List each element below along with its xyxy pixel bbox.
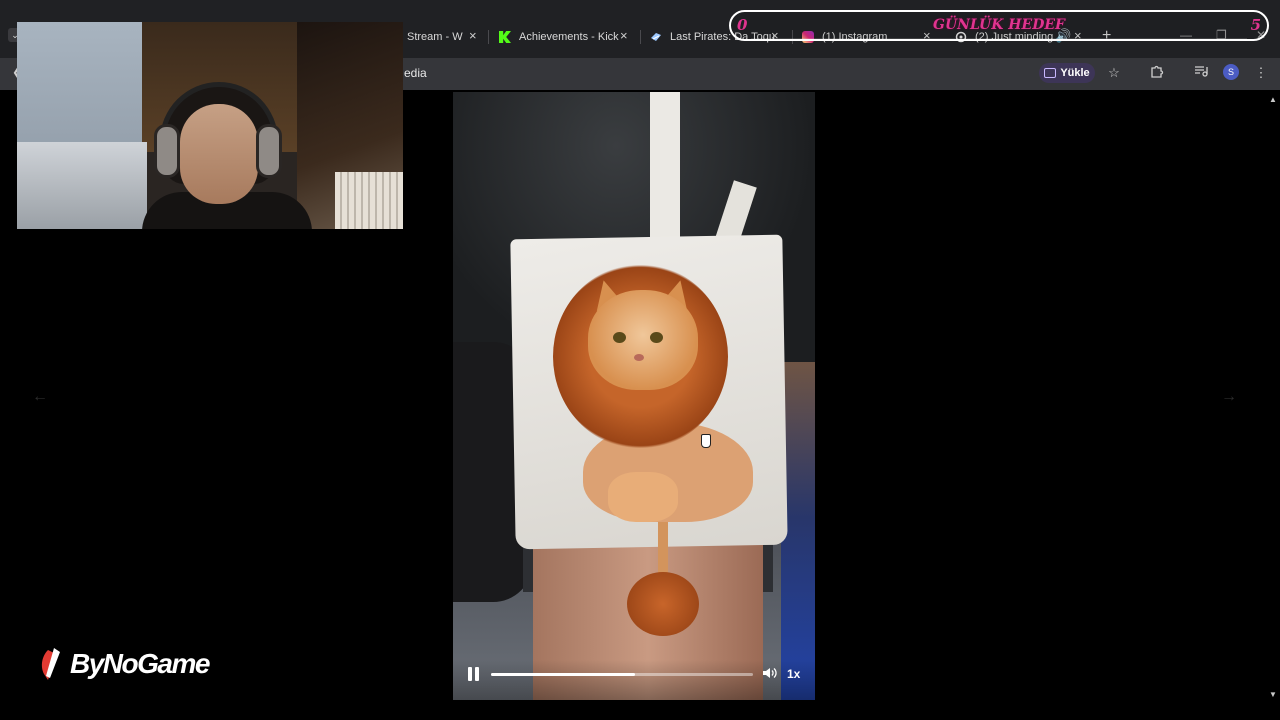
reel-video[interactable]: 1x	[453, 92, 815, 700]
tab-stream[interactable]: Stream - W ×	[407, 26, 477, 48]
goal-target: 5	[1250, 16, 1261, 34]
install-app-button[interactable]: Yükle	[1039, 63, 1095, 83]
goal-progress-bar	[751, 38, 1247, 40]
arrow-right-icon[interactable]: →	[1221, 388, 1237, 406]
profile-avatar[interactable]: S	[1223, 64, 1239, 80]
logo-text: ByNoGame	[70, 648, 210, 679]
scroll-down-icon[interactable]: ▼	[1269, 690, 1277, 699]
bynogame-logo: ByNoGame	[38, 644, 210, 684]
install-icon	[1044, 68, 1057, 78]
tab-achievements-kick[interactable]: Achievements - Kick ×	[499, 26, 631, 48]
bynogame-logo-icon	[38, 646, 66, 682]
streamer-figure	[142, 82, 312, 229]
pause-icon[interactable]	[467, 667, 481, 681]
game-favicon-icon	[650, 31, 662, 43]
close-tab-icon[interactable]: ×	[620, 28, 628, 43]
goal-title: GÜNLÜK HEDEF	[933, 17, 1065, 33]
media-controls-icon[interactable]	[1192, 64, 1210, 82]
url-text[interactable]: edia	[404, 66, 427, 80]
tab-title: Achievements - Kick	[519, 31, 619, 43]
arrow-left-icon[interactable]: ←	[32, 388, 48, 406]
cat-face	[588, 290, 698, 390]
tab-title: Stream - W	[407, 31, 463, 43]
video-progress-bar[interactable]	[491, 673, 753, 676]
video-controls: 1x	[453, 660, 815, 700]
webcam-feed	[17, 22, 403, 229]
video-progress-fill	[491, 673, 636, 676]
scroll-up-icon[interactable]: ▲	[1269, 95, 1277, 104]
volume-icon[interactable]	[762, 666, 780, 682]
kick-favicon-icon	[499, 31, 511, 43]
install-label: Yükle	[1060, 67, 1090, 79]
daily-goal-overlay: 0 GÜNLÜK HEDEF 5	[729, 10, 1269, 41]
page-scrollbar[interactable]	[1266, 92, 1280, 720]
screen: ⌄ Stream - W × Achievements - Kick × Las…	[0, 0, 1280, 720]
menu-kebab-icon[interactable]: ⋮	[1252, 64, 1270, 82]
bookmark-star-icon[interactable]: ☆	[1105, 64, 1123, 82]
headphones-icon	[154, 124, 180, 178]
close-tab-icon[interactable]: ×	[469, 28, 477, 43]
playback-speed-button[interactable]: 1x	[787, 667, 800, 681]
extensions-puzzle-icon[interactable]	[1148, 64, 1166, 82]
hand-cursor-icon	[701, 434, 711, 448]
